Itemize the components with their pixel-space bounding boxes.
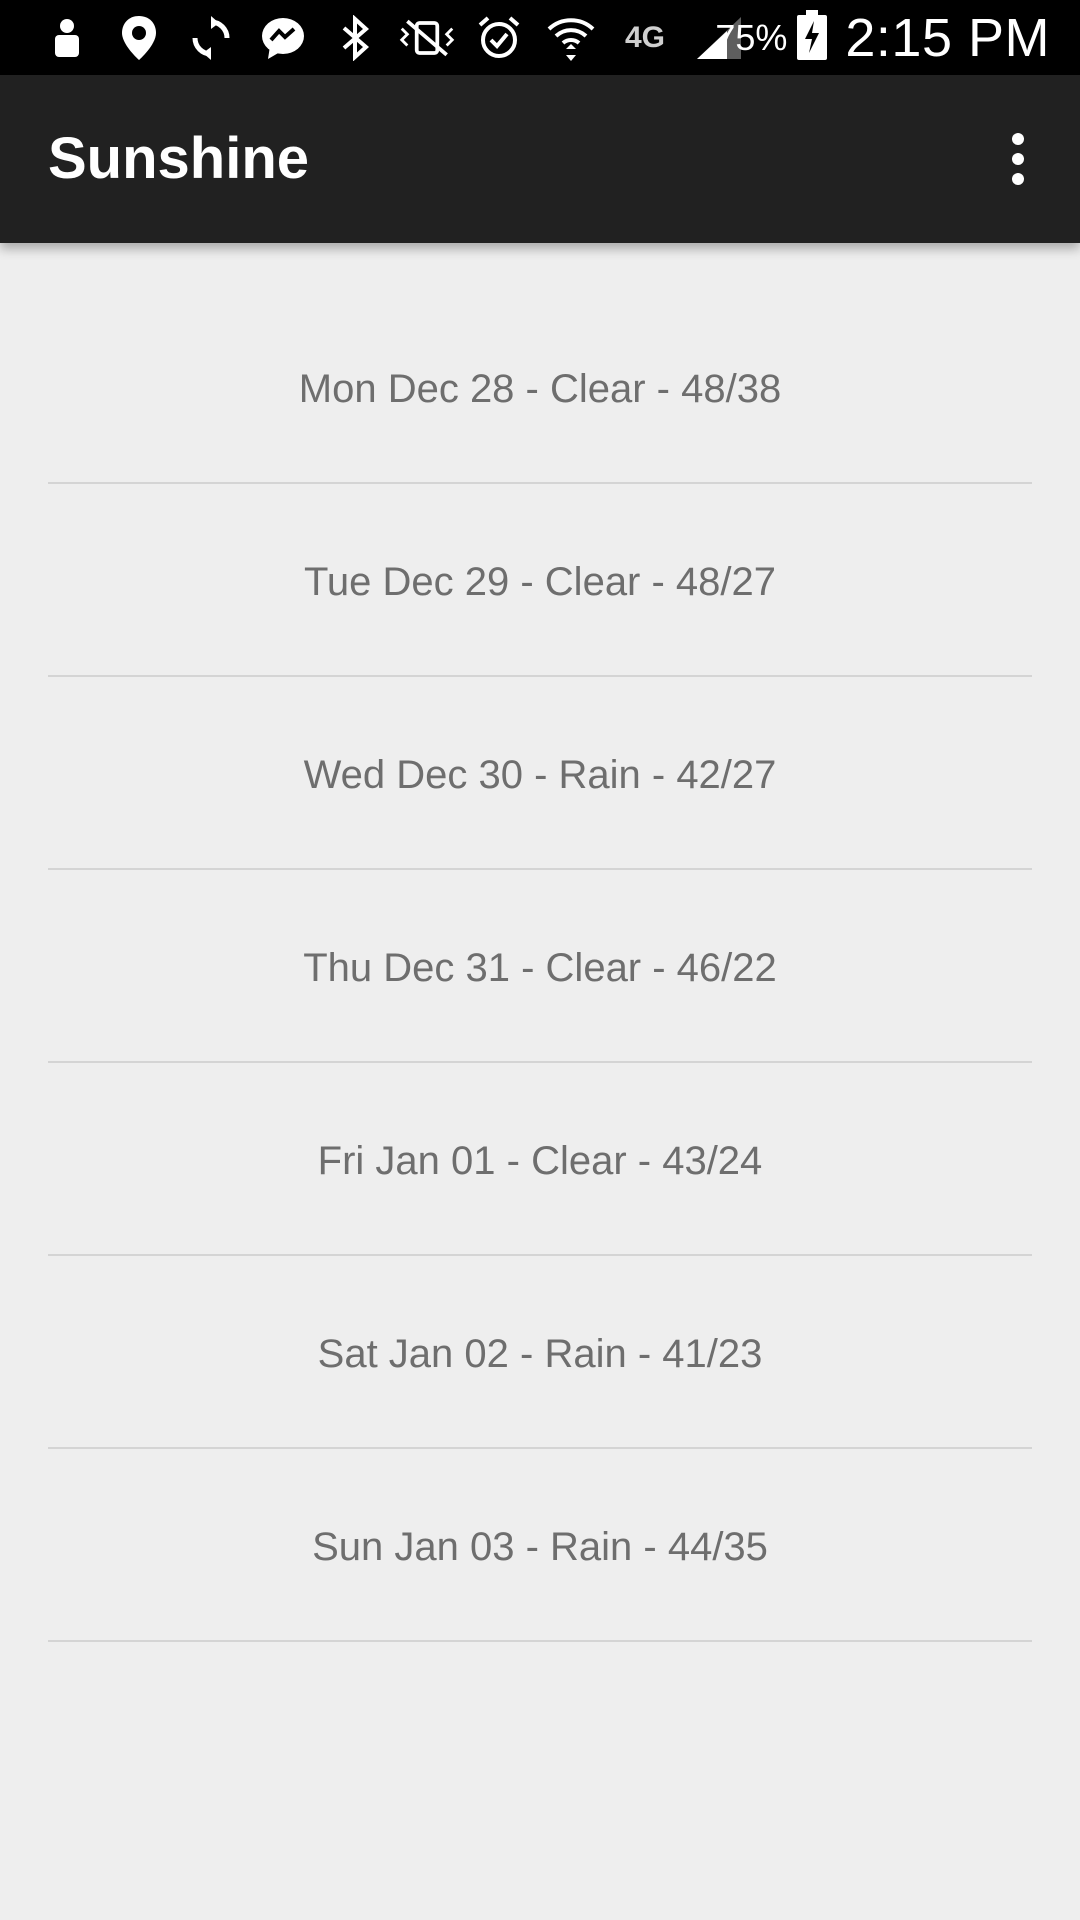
notification-icons: 4G xyxy=(0,0,762,75)
list-item[interactable]: Wed Dec 30 - Rain - 42/27 xyxy=(48,677,1032,870)
list-item[interactable]: Sun Jan 03 - Rain - 44/35 xyxy=(48,1449,1032,1642)
forecast-text: Wed Dec 30 - Rain - 42/27 xyxy=(303,753,777,797)
forecast-text: Tue Dec 29 - Clear - 48/27 xyxy=(303,560,777,604)
list-item[interactable]: Mon Dec 28 - Clear - 48/38 xyxy=(48,243,1032,484)
network-label: 4G xyxy=(624,20,666,54)
list-item[interactable]: Sat Jan 02 - Rain - 41/23 xyxy=(48,1256,1032,1449)
sync-icon xyxy=(182,0,240,75)
list-item[interactable]: Tue Dec 29 - Clear - 48/27 xyxy=(48,484,1032,677)
status-right: 75% 2:15 PM xyxy=(715,0,1050,75)
4g-lte-icon: 4G xyxy=(614,0,676,75)
forecast-text: Sun Jan 03 - Rain - 44/35 xyxy=(312,1525,768,1569)
alarm-icon xyxy=(470,0,528,75)
forecast-text: Fri Jan 01 - Clear - 43/24 xyxy=(317,1139,763,1183)
status-bar: 4G 75% 2:15 PM xyxy=(0,0,1080,75)
vibrate-icon xyxy=(398,0,456,75)
forecast-text: Thu Dec 31 - Clear - 46/22 xyxy=(303,946,777,990)
battery-charging-icon xyxy=(797,10,828,65)
list-item[interactable]: Fri Jan 01 - Clear - 43/24 xyxy=(48,1063,1032,1256)
forecast-text: Mon Dec 28 - Clear - 48/38 xyxy=(298,367,782,411)
forecast-list: Mon Dec 28 - Clear - 48/38 Tue Dec 29 - … xyxy=(48,243,1032,1642)
wifi-icon xyxy=(542,0,600,75)
more-vert-icon[interactable] xyxy=(978,119,1058,199)
person-icon xyxy=(38,0,96,75)
bluetooth-icon xyxy=(326,0,384,75)
clock: 2:15 PM xyxy=(845,7,1050,68)
app-title: Sunshine xyxy=(48,126,310,191)
app-bar: Sunshine xyxy=(0,75,1080,243)
messenger-icon xyxy=(254,0,312,75)
battery-percent: 75% xyxy=(715,16,788,58)
forecast-text: Sat Jan 02 - Rain - 41/23 xyxy=(317,1332,763,1376)
list-item[interactable]: Thu Dec 31 - Clear - 46/22 xyxy=(48,870,1032,1063)
location-icon xyxy=(110,0,168,75)
